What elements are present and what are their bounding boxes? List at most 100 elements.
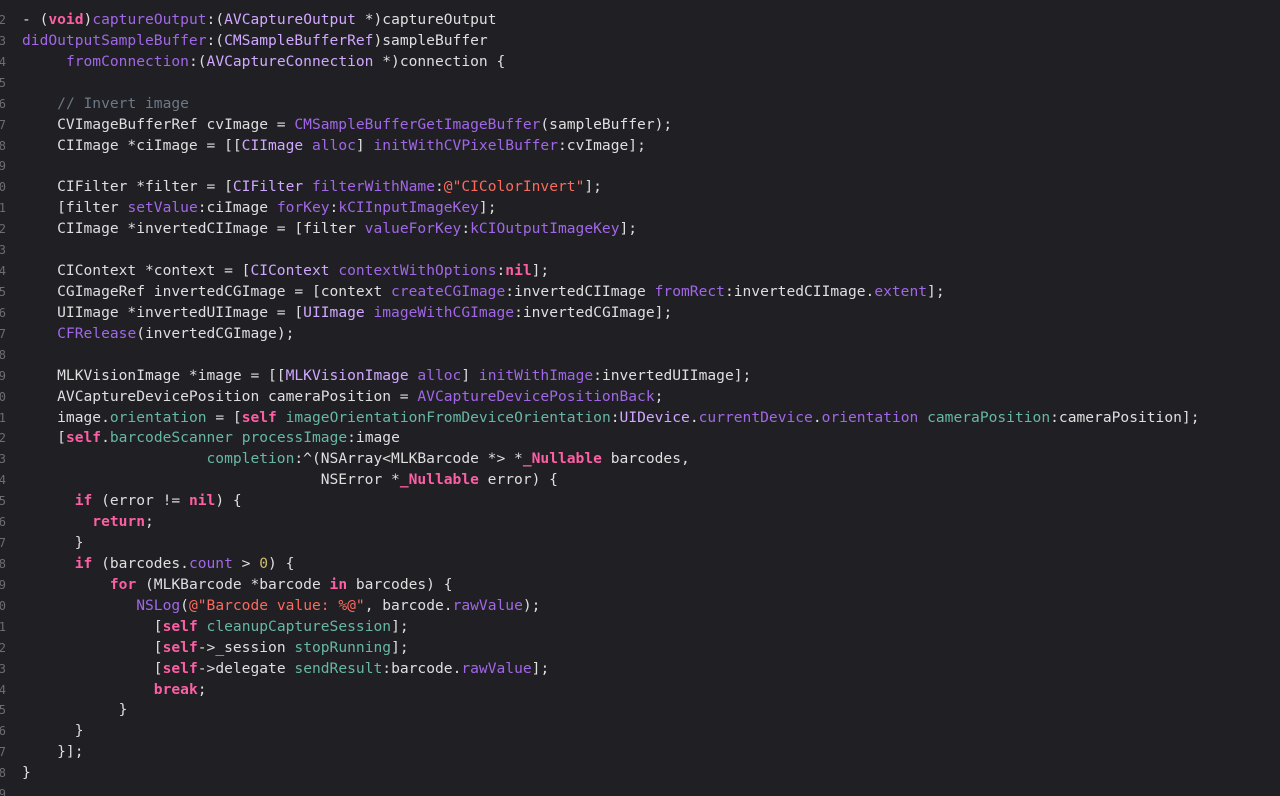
line-code: CIContext *context = [CIContext contextW… [22,261,549,282]
code-line[interactable]: 0 AVCaptureDevicePosition cameraPosition… [0,387,1280,408]
line-code: image.orientation = [self imageOrientati… [22,408,1199,429]
code-line[interactable]: 7 CVImageBufferRef cvImage = CMSampleBuf… [0,115,1280,136]
line-code: CVImageBufferRef cvImage = CMSampleBuffe… [22,115,672,136]
code-token: ]; [531,262,550,280]
code-token: :image [347,429,400,447]
code-line[interactable]: 9 for (MLKBarcode *barcode in barcodes) … [0,575,1280,596]
code-line[interactable]: 2 - (void)captureOutput:(AVCaptureOutput … [0,10,1280,31]
code-line[interactable]: 5 [0,73,1280,94]
code-line[interactable]: 8 if (barcodes.count > 0) { [0,554,1280,575]
line-code: fromConnection:(AVCaptureConnection *)co… [22,52,505,73]
line-code: } [22,721,84,742]
code-token: orientation [821,408,919,426]
code-token: kCIOutputImageKey [470,220,620,238]
code-line[interactable]: 3 [0,240,1280,261]
code-token: :( [206,31,225,49]
code-line[interactable]: 2 [self.barcodeScanner processImage:imag… [0,428,1280,449]
code-line[interactable]: 1 [filter setValue:ciImage forKey:kCIInp… [0,198,1280,219]
line-number: 5 [0,284,6,299]
code-token: ]; [391,638,409,656]
code-line[interactable]: 6 UIImage *invertedUIImage = [UIImage im… [0,303,1280,324]
code-token: imageOrientationFromDeviceOrientation [285,408,611,426]
code-token: )sampleBuffer [373,31,488,49]
code-line[interactable]: 8} [0,763,1280,784]
code-token: forKey [276,199,330,217]
code-line[interactable]: 7 CFRelease(invertedCGImage); [0,324,1280,345]
code-token: ) { [215,492,242,510]
line-number: 6 [0,515,6,530]
code-line[interactable]: 1 image.orientation = [self imageOrienta… [0,408,1280,429]
code-line[interactable]: 7 } [0,533,1280,554]
code-token: :^(NSArray<MLKBarcode *> * [294,450,523,468]
line-number: 5 [0,494,6,509]
line-code: if (barcodes.count > 0) { [22,554,295,575]
code-line[interactable]: 2 [self->_session stopRunning]; [0,638,1280,659]
line-code: }]; [22,742,83,763]
code-line[interactable]: 4 fromConnection:(AVCaptureConnection *)… [0,52,1280,73]
code-token: [ [22,659,163,677]
line-code: [self cleanupCaptureSession]; [22,617,409,638]
code-line[interactable]: 9 [0,784,1280,796]
code-token: nil [505,262,532,280]
code-token: :barcode. [382,659,462,677]
code-line[interactable]: 0 CIFilter *filter = [CIFilter filterWit… [0,177,1280,198]
code-line[interactable]: 6 return; [0,512,1280,533]
code-line[interactable]: 9 MLKVisionImage *image = [[MLKVisionIma… [0,366,1280,387]
code-line[interactable]: 2 CIImage *invertedCIImage = [filter val… [0,219,1280,240]
code-line[interactable]: 3 [self->delegate sendResult:barcode.raw… [0,659,1280,680]
line-number: 9 [0,787,6,796]
line-code: return; [22,512,154,533]
code-editor[interactable]: 2 - (void)captureOutput:(AVCaptureOutput … [0,0,1280,796]
code-line[interactable]: 7 }]; [0,742,1280,763]
line-number: 6 [0,96,6,111]
code-line[interactable]: 4 break; [0,680,1280,701]
code-line[interactable]: 6 // Invert image [0,94,1280,115]
line-number: 8 [0,347,6,362]
code-line[interactable]: 3 didOutputSampleBuffer:(CMSampleBufferRe… [0,31,1280,52]
code-token: AVCaptureDevicePositionBack [417,387,655,405]
code-token: :ciImage [197,199,277,217]
code-token: } [22,701,128,719]
code-token: :( [188,52,207,70]
line-code: [self.barcodeScanner processImage:image [22,428,400,449]
code-token: (MLKBarcode *barcode [136,575,330,593]
code-token: ] [461,366,479,384]
code-token: ->_session [197,638,295,656]
code-line[interactable]: 1 [self cleanupCaptureSession]; [0,617,1280,638]
code-token: return [92,513,146,531]
code-token: stopRunning [294,638,392,656]
code-token: self [162,617,198,635]
line-number: 1 [0,201,6,216]
code-token: currentDevice [698,408,813,426]
code-token: ] [355,136,374,154]
code-line[interactable]: 5 } [0,700,1280,721]
code-token: @"CIColorInvert" [443,178,585,196]
code-line[interactable]: 8 CIImage *ciImage = [[CIImage alloc] in… [0,136,1280,157]
line-code: CIImage *invertedCIImage = [filter value… [22,219,637,240]
code-token: . [812,408,822,426]
code-line[interactable]: 3 completion:^(NSArray<MLKBarcode *> *_N… [0,449,1280,470]
code-token: (invertedCGImage); [136,324,295,342]
line-number: 9 [0,159,6,174]
line-number: 8 [0,556,6,571]
line-code: CFRelease(invertedCGImage); [22,324,294,345]
code-token: ; [145,513,154,531]
code-line[interactable]: 6 } [0,721,1280,742]
code-line[interactable]: 4 CIContext *context = [CIContext contex… [0,261,1280,282]
line-code: } [22,763,31,784]
code-line[interactable]: 5 CGImageRef invertedCGImage = [context … [0,282,1280,303]
code-line[interactable]: 4 NSError *_Nullable error) { [0,470,1280,491]
code-token: = [ [206,408,242,426]
code-token: CIContext [250,262,330,280]
code-line[interactable]: 5 if (error != nil) { [0,491,1280,512]
line-number: 9 [0,368,6,383]
code-token: kCIInputImageKey [338,199,479,217]
code-token: in [329,575,348,593]
code-line[interactable]: 8 [0,345,1280,366]
code-lines: 2 - (void)captureOutput:(AVCaptureOutput … [0,10,1280,796]
code-line[interactable]: 9 [0,156,1280,177]
code-line[interactable]: 0 NSLog(@"Barcode value: %@", barcode.ra… [0,596,1280,617]
code-token: [ [22,617,163,635]
